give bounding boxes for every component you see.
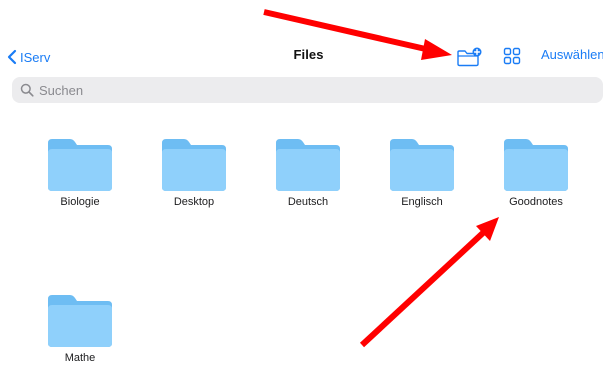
grid-icon — [503, 47, 521, 65]
folder-item-mathe[interactable]: Mathe — [32, 295, 128, 365]
search-bar[interactable] — [12, 77, 603, 103]
folder-icon — [162, 139, 226, 191]
folder-icon — [48, 139, 112, 191]
folder-label: Biologie — [60, 196, 100, 208]
folder-icon — [48, 295, 112, 347]
folder-label: Goodnotes — [509, 196, 563, 208]
folder-item-deutsch[interactable]: Deutsch — [260, 139, 356, 219]
new-folder-button[interactable] — [456, 46, 482, 68]
magnifier-icon — [20, 83, 34, 97]
folder-label: Deutsch — [287, 196, 329, 208]
folder-plus-icon — [457, 47, 482, 67]
folder-item-englisch[interactable]: Englisch — [374, 139, 470, 219]
search-input[interactable] — [39, 82, 559, 98]
folder-item-desktop[interactable]: Desktop — [146, 139, 242, 219]
view-toggle-button[interactable] — [503, 47, 521, 65]
folder-item-goodnotes[interactable]: Goodnotes — [488, 139, 584, 219]
folder-icon — [276, 139, 340, 191]
folder-icon — [504, 139, 568, 191]
folder-item-biologie[interactable]: Biologie — [32, 139, 128, 219]
folder-label: Englisch — [401, 196, 443, 208]
folder-label: Desktop — [173, 196, 215, 208]
folder-icon — [390, 139, 454, 191]
select-button[interactable]: Auswählen — [541, 47, 603, 62]
folder-label: Mathe — [64, 352, 96, 364]
files-app: IServ Files Auswählen Suchen Biologie De… — [0, 0, 603, 365]
